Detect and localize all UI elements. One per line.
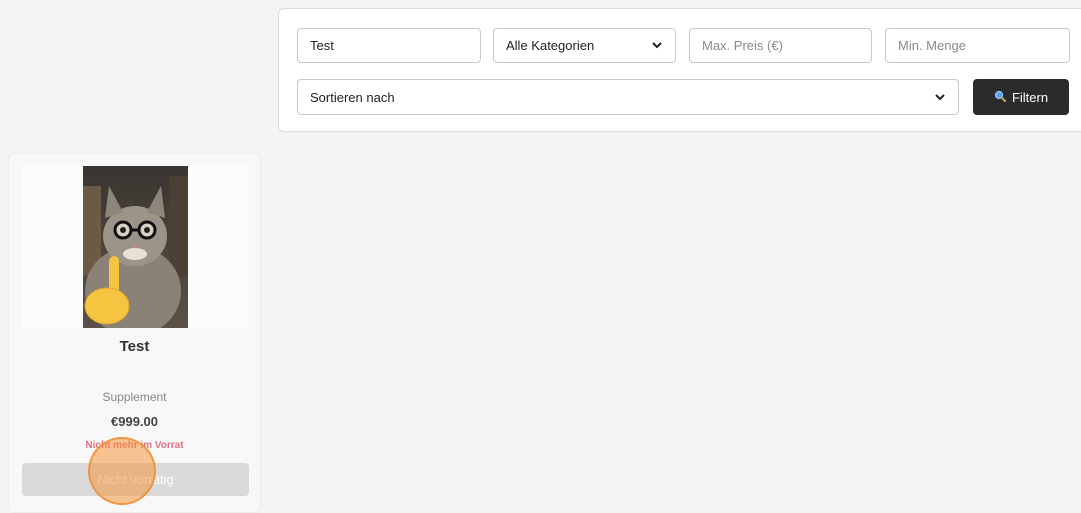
sort-select[interactable]: Sortieren nach (297, 79, 959, 115)
chevron-down-icon (934, 91, 946, 103)
filter-button-label: Filtern (1011, 89, 1049, 105)
category-select[interactable]: Alle Kategorien (493, 28, 676, 63)
stock-status-label: Nicht mehr im Vorrat (85, 440, 184, 451)
product-category: Supplement (102, 390, 167, 404)
chevron-down-icon (651, 40, 663, 52)
out-of-stock-button-label: Nicht vorrätig (97, 472, 174, 487)
product-card: Test Supplement €999.00 Nicht mehr im Vo… (8, 153, 261, 513)
search-input[interactable]: Test (297, 28, 481, 63)
product-image[interactable] (83, 166, 188, 328)
filter-panel: Test Alle Kategorien Max. Preis (€) Min.… (278, 8, 1081, 132)
magnifier-icon (994, 90, 1006, 105)
product-price: €999.00 (111, 414, 158, 429)
sort-select-value: Sortieren nach (310, 89, 395, 105)
search-input-value: Test (310, 38, 334, 53)
product-title: Test (119, 338, 150, 355)
filter-button[interactable]: Filtern (973, 79, 1069, 115)
min-quantity-input[interactable]: Min. Menge (885, 28, 1070, 63)
max-price-input[interactable]: Max. Preis (€) (689, 28, 872, 63)
category-select-value: Alle Kategorien (506, 38, 595, 53)
min-quantity-placeholder: Min. Menge (898, 38, 966, 53)
out-of-stock-button[interactable]: Nicht vorrätig (22, 463, 249, 496)
max-price-placeholder: Max. Preis (€) (702, 38, 783, 53)
product-image-frame (22, 166, 249, 328)
